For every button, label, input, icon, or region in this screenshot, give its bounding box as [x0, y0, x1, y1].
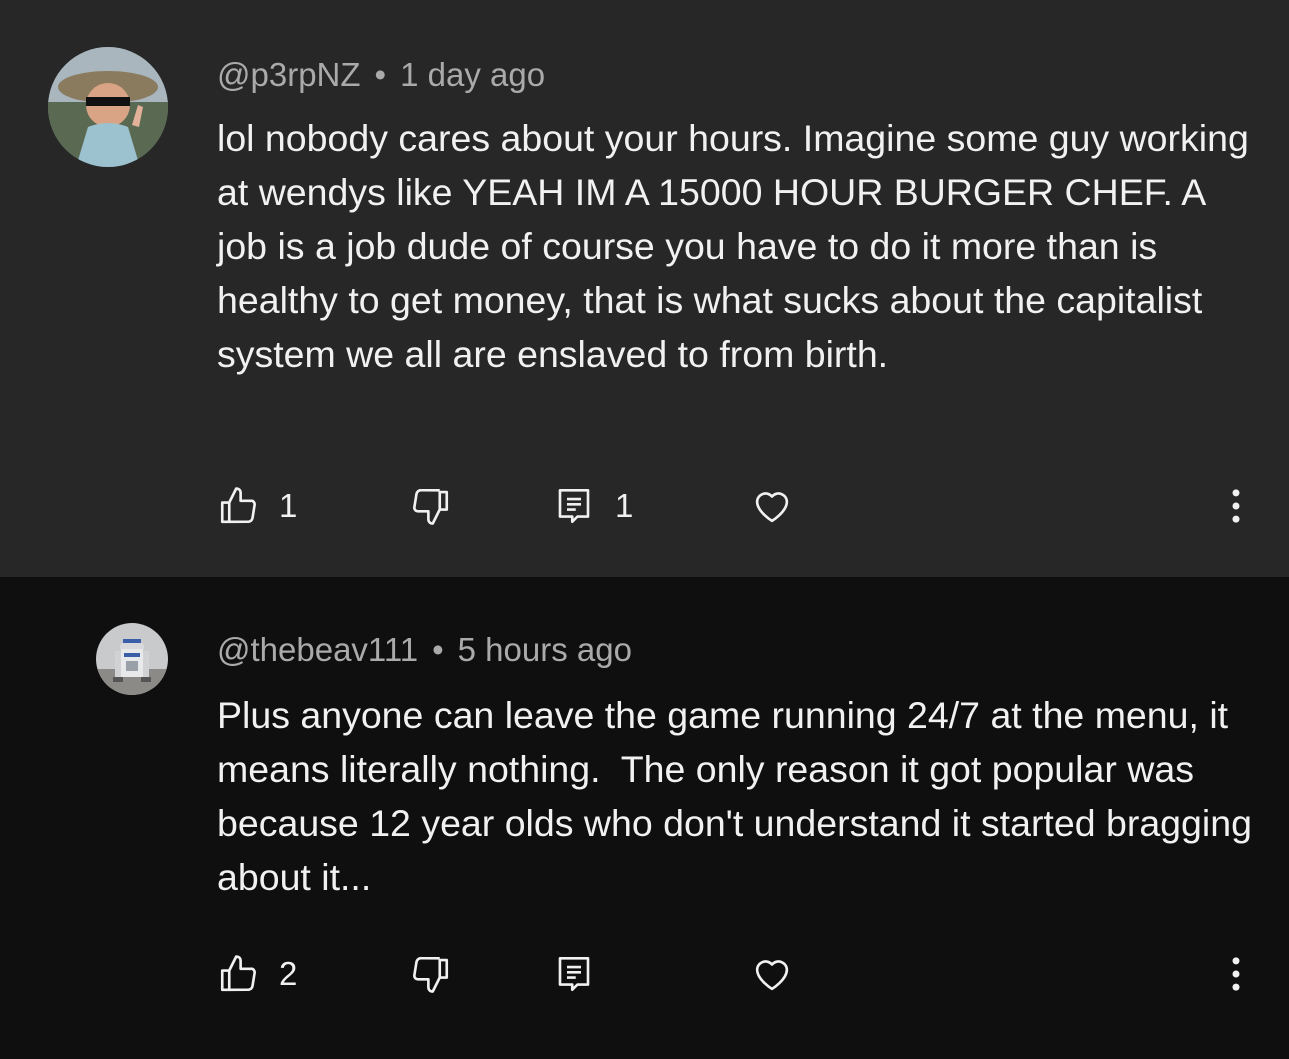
dislike-button[interactable] [410, 944, 452, 1004]
like-count: 2 [279, 955, 298, 992]
comment-meta: @thebeav111 • 5 hours ago [217, 631, 632, 669]
more-vertical-icon [1232, 489, 1240, 523]
more-vertical-icon [1232, 957, 1240, 991]
thumbs-up-icon [220, 955, 256, 992]
more-options-button[interactable] [1215, 476, 1257, 536]
comment-highlighted: @p3rpNZ • 1 day ago lol nobody cares about… [0, 0, 1289, 577]
comment-actions: 1 1 [0, 476, 1289, 536]
dislike-button[interactable] [410, 476, 452, 536]
heart-icon [755, 492, 789, 523]
author-handle[interactable]: @thebeav111 [217, 631, 418, 668]
avatar-image [96, 623, 168, 695]
author-handle[interactable]: @p3rpNZ [217, 56, 361, 93]
comment-meta: @p3rpNZ • 1 day ago [217, 56, 545, 94]
like-button[interactable]: 2 [217, 944, 297, 1004]
reply-icon [558, 488, 590, 524]
thumbs-up-icon [220, 487, 256, 524]
more-options-button[interactable] [1215, 944, 1257, 1004]
comment-actions: 2 [0, 944, 1289, 1004]
comment: @thebeav111 • 5 hours ago Plus anyone can … [0, 577, 1289, 1059]
reply-button[interactable]: 1 [553, 476, 633, 536]
like-button[interactable]: 1 [217, 476, 297, 536]
meta-separator: • [374, 56, 387, 93]
reply-button[interactable] [553, 944, 615, 1004]
comment-text: Plus anyone can leave the game running 2… [217, 694, 1263, 898]
heart-button[interactable] [751, 476, 793, 536]
avatar[interactable] [96, 623, 168, 695]
thumbs-down-icon [413, 956, 449, 993]
meta-separator: • [432, 631, 444, 668]
comment-time[interactable]: 1 day ago [400, 56, 545, 93]
avatar[interactable] [48, 47, 168, 167]
heart-icon [755, 960, 789, 991]
reply-icon [558, 956, 590, 992]
like-count: 1 [279, 487, 298, 524]
thumbs-down-icon [413, 488, 449, 525]
comment-text: lol nobody cares about your hours. Imagi… [217, 117, 1260, 375]
comment-time[interactable]: 5 hours ago [458, 631, 632, 668]
avatar-image [48, 47, 168, 167]
reply-count: 1 [615, 487, 634, 524]
heart-button[interactable] [751, 944, 793, 1004]
